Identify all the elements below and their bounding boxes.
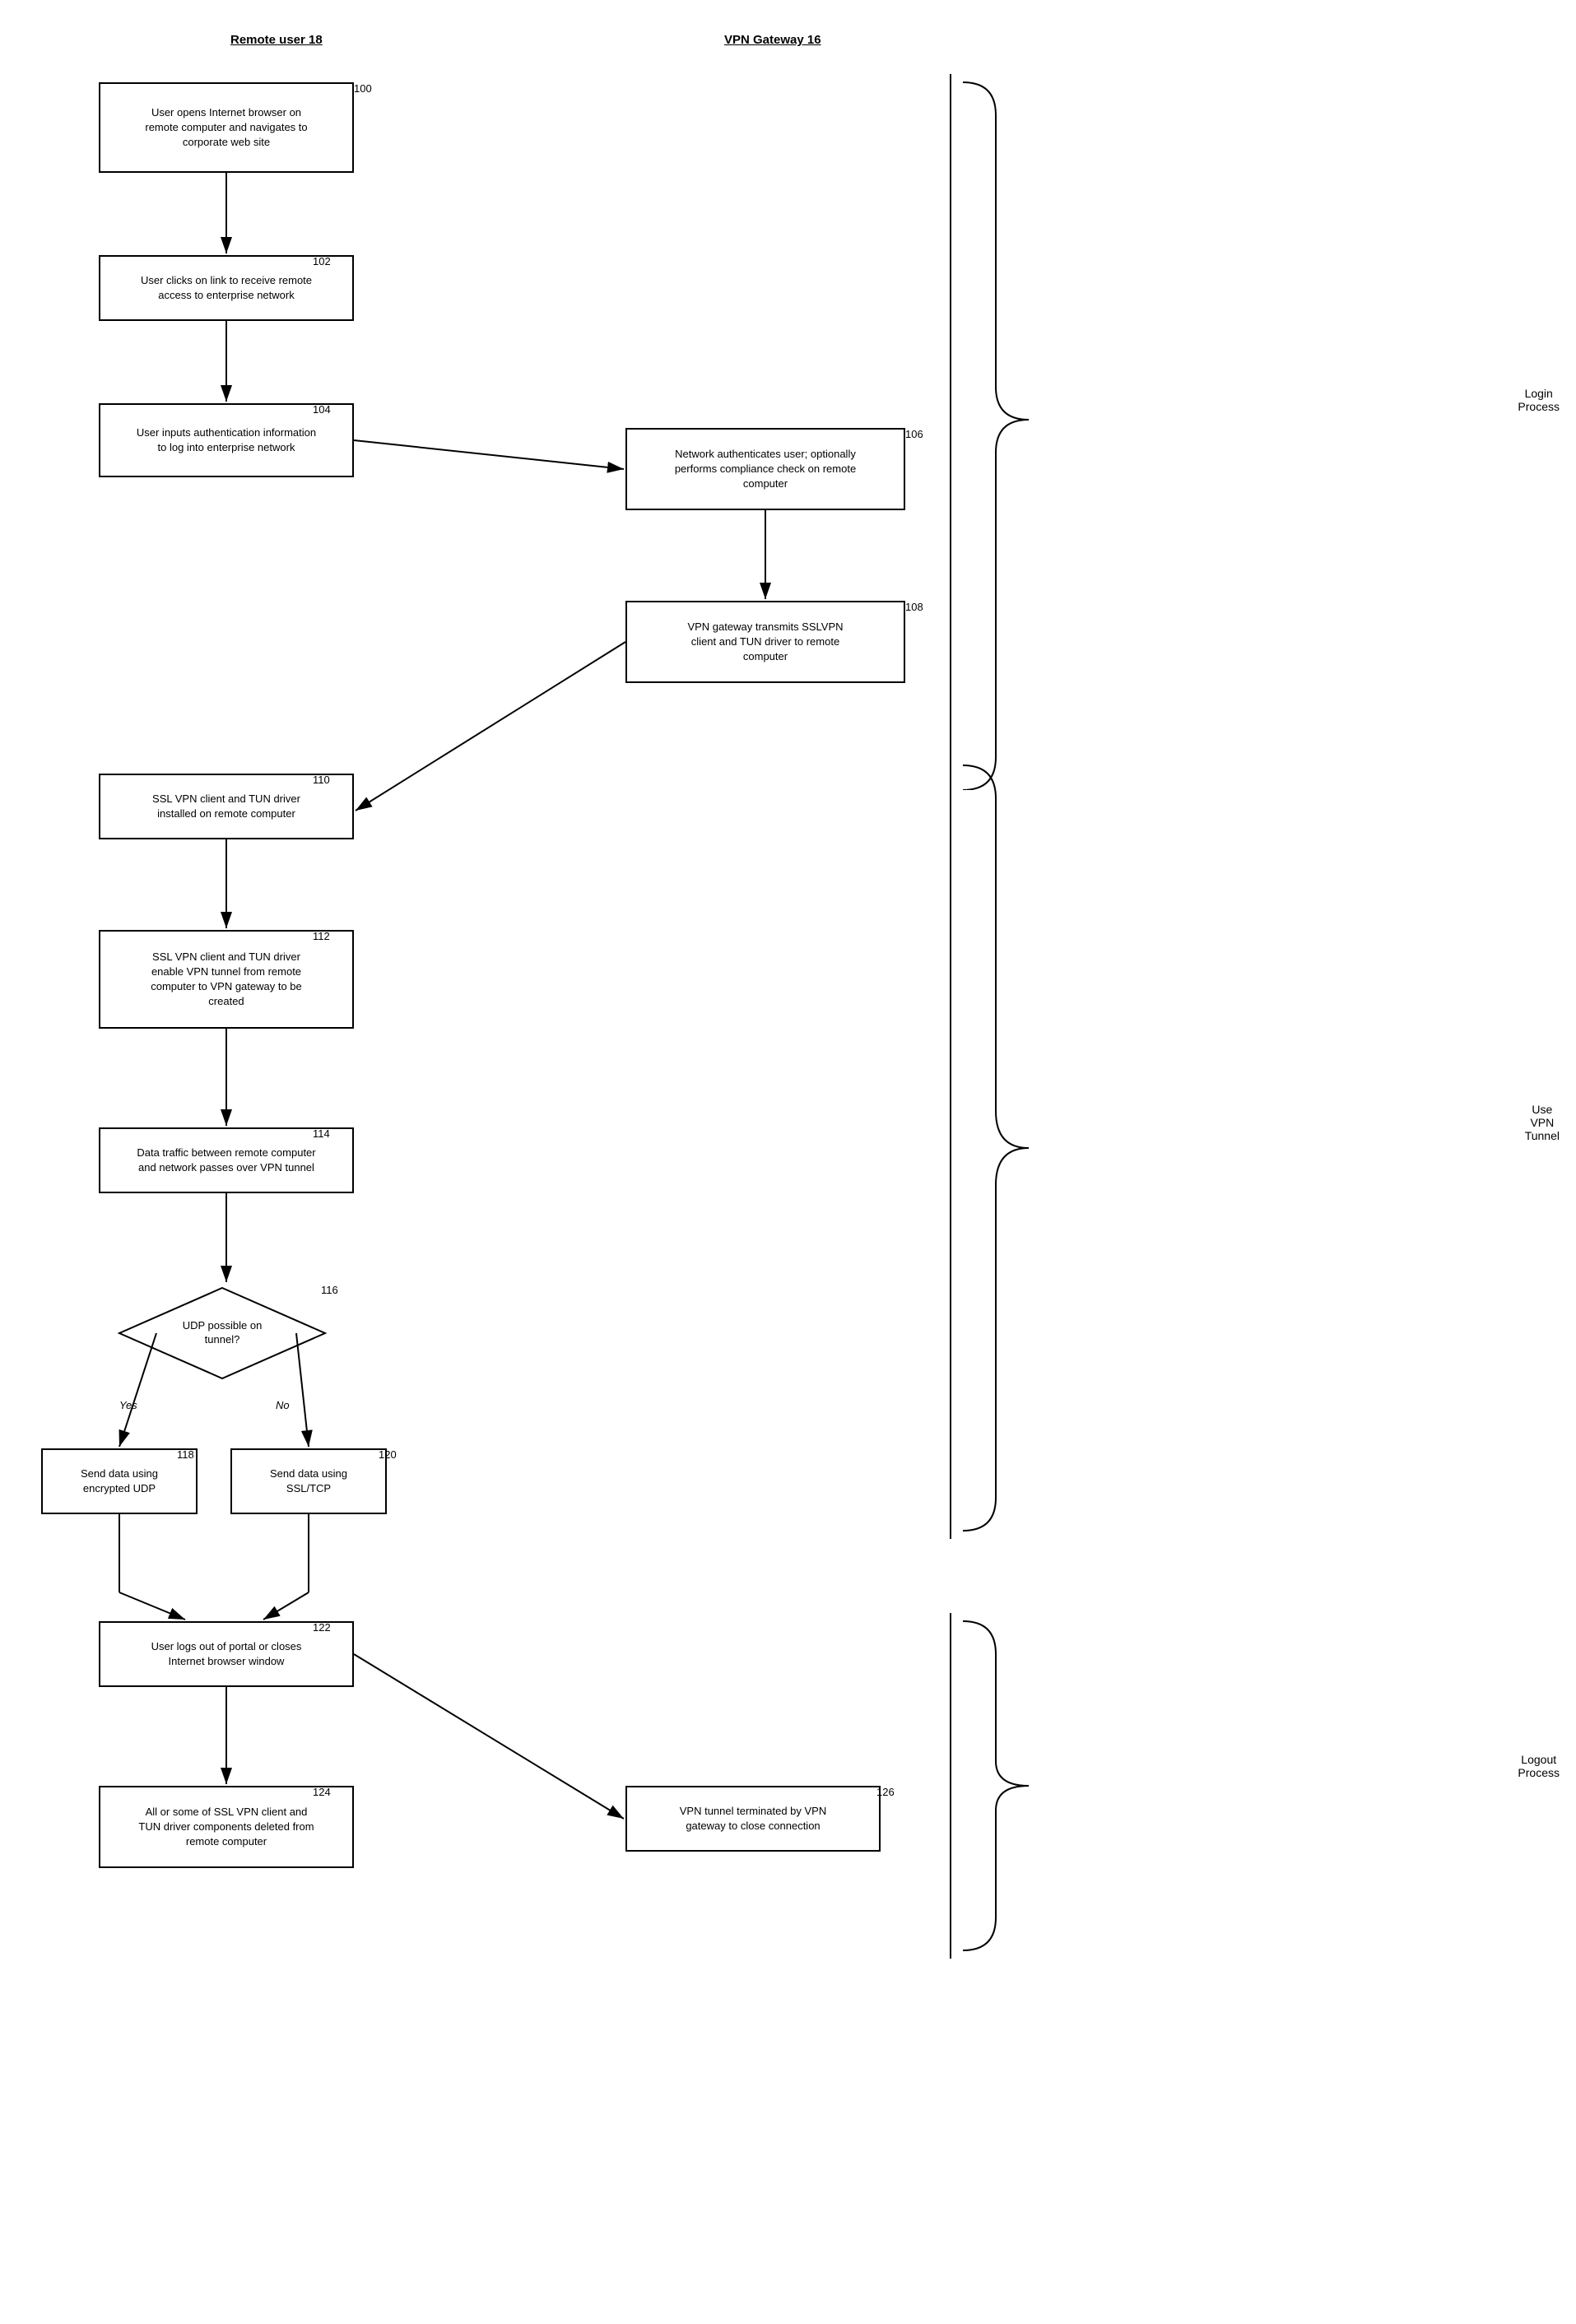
box-106: Network authenticates user; optionally p… xyxy=(625,428,905,510)
box-100: User opens Internet browser on remote co… xyxy=(99,82,354,173)
label-110: 110 xyxy=(313,774,330,786)
box-124: All or some of SSL VPN client and TUN dr… xyxy=(99,1786,354,1868)
svg-text:UDP possible on: UDP possible on xyxy=(183,1319,263,1332)
brace-login xyxy=(955,74,1053,790)
label-100: 100 xyxy=(354,82,372,95)
label-116: 116 xyxy=(321,1284,338,1296)
box-118: Send data using encrypted UDP xyxy=(41,1448,198,1514)
brace-login-label: Login Process xyxy=(1518,387,1560,413)
brace-use-vpn xyxy=(955,757,1053,1539)
box-108: VPN gateway transmits SSLVPN client and … xyxy=(625,601,905,683)
label-102: 102 xyxy=(313,255,331,267)
label-108: 108 xyxy=(905,601,923,613)
branch-no: No xyxy=(276,1399,290,1411)
label-118: 118 xyxy=(177,1448,194,1461)
label-124: 124 xyxy=(313,1786,331,1798)
label-114: 114 xyxy=(313,1127,330,1140)
brace-logout xyxy=(955,1613,1053,1959)
label-106: 106 xyxy=(905,428,923,440)
box-120: Send data using SSL/TCP xyxy=(230,1448,387,1514)
label-122: 122 xyxy=(313,1621,331,1634)
box-112: SSL VPN client and TUN driver enable VPN… xyxy=(99,930,354,1029)
brace-vpn-label: Use VPN Tunnel xyxy=(1525,1103,1560,1142)
header-vpn-gateway: VPN Gateway 16 xyxy=(724,33,821,47)
label-120: 120 xyxy=(379,1448,397,1461)
box-126: VPN tunnel terminated by VPN gateway to … xyxy=(625,1786,881,1852)
label-112: 112 xyxy=(313,930,330,942)
branch-yes: Yes xyxy=(119,1399,137,1411)
diagram-container: Remote user 18 VPN Gateway 16 User opens… xyxy=(0,0,1576,2324)
brace-logout-label: Logout Process xyxy=(1518,1753,1560,1779)
label-126: 126 xyxy=(876,1786,895,1798)
header-remote-user: Remote user 18 xyxy=(230,33,323,47)
diamond-116: UDP possible on tunnel? xyxy=(115,1284,329,1383)
label-104: 104 xyxy=(313,403,331,416)
svg-text:tunnel?: tunnel? xyxy=(205,1333,240,1346)
